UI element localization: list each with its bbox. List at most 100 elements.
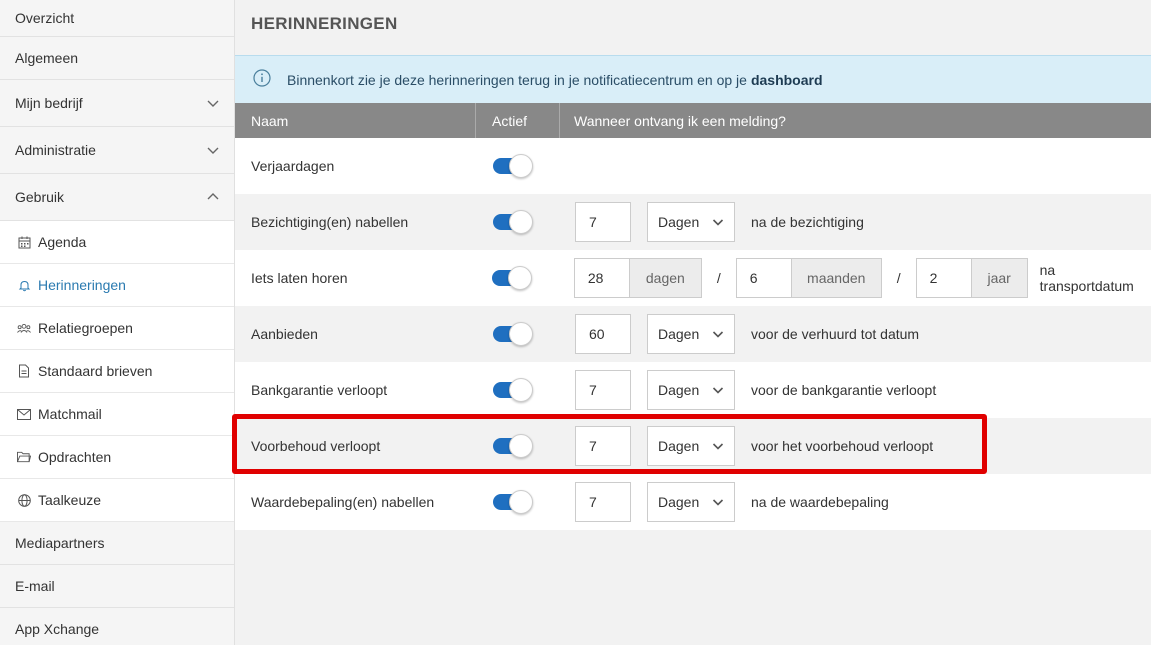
reminder-name: Bezichtiging(en) nabellen xyxy=(251,214,409,230)
chevron-down-icon xyxy=(207,100,219,107)
months-unit: maanden xyxy=(791,259,881,297)
sidebar-item-mediapartners[interactable]: Mediapartners xyxy=(0,522,234,565)
reminder-suffix: voor de bankgarantie verloopt xyxy=(751,382,937,398)
days-input-group: 28 dagen xyxy=(573,258,702,298)
active-toggle[interactable] xyxy=(493,210,533,234)
amount-input[interactable]: 7 xyxy=(575,426,631,466)
info-text: Binnenkort zie je deze herinneringen ter… xyxy=(287,71,747,88)
amount-input[interactable]: 60 xyxy=(575,314,631,354)
column-header-melding: Wanneer ontvang ik een melding? xyxy=(574,112,786,129)
unit-select[interactable]: Dagen xyxy=(647,314,735,354)
sidebar-item-label: Algemeen xyxy=(15,50,79,66)
sidebar-item-label: Matchmail xyxy=(38,406,102,422)
calendar-icon xyxy=(17,235,31,249)
chevron-up-icon xyxy=(207,193,219,200)
table-row: Voorbehoud verloopt 7 Dagen voor het voo… xyxy=(235,418,1151,474)
sidebar-item-label: Gebruik xyxy=(15,189,65,205)
chevron-down-icon xyxy=(207,147,219,154)
chevron-down-icon xyxy=(712,387,724,394)
reminder-suffix: voor het voorbehoud verloopt xyxy=(751,438,934,454)
amount-input[interactable]: 7 xyxy=(575,370,631,410)
toggle-knob xyxy=(509,378,533,402)
reminder-name: Aanbieden xyxy=(251,326,318,342)
table-row: Bezichtiging(en) nabellen 7 Dagen na de … xyxy=(235,194,1151,250)
sidebar-item-herinneringen[interactable]: Herinneringen xyxy=(0,264,234,307)
sidebar-item-label: Mediapartners xyxy=(15,535,105,551)
separator: / xyxy=(716,270,721,286)
unit-select-value: Dagen xyxy=(658,438,700,454)
sidebar-item-algemeen[interactable]: Algemeen xyxy=(0,37,234,80)
globe-icon xyxy=(17,493,31,507)
reminder-suffix: voor de verhuurd tot datum xyxy=(751,326,920,342)
sidebar-item-label: Herinneringen xyxy=(38,277,126,293)
sidebar-item-opdrachten[interactable]: Opdrachten xyxy=(0,436,234,479)
sidebar-item-agenda[interactable]: Agenda xyxy=(0,221,234,264)
days-unit: dagen xyxy=(629,259,701,297)
toggle-knob xyxy=(509,154,533,178)
info-icon xyxy=(253,69,271,90)
sidebar-item-gebruik[interactable]: Gebruik xyxy=(0,174,234,221)
sidebar-item-taalkeuze[interactable]: Taalkeuze xyxy=(0,479,234,522)
chevron-down-icon xyxy=(712,219,724,226)
sidebar-item-app-xchange[interactable]: App Xchange xyxy=(0,608,234,645)
chevron-down-icon xyxy=(712,443,724,450)
info-banner: Binnenkort zie je deze herinneringen ter… xyxy=(235,55,1151,103)
active-toggle[interactable] xyxy=(493,154,533,178)
sidebar-item-label: Overzicht xyxy=(15,10,75,26)
months-input[interactable]: 6 xyxy=(737,259,792,297)
unit-select[interactable]: Dagen xyxy=(647,202,735,242)
column-header-actief: Actief xyxy=(476,103,560,138)
sidebar-item-label: App Xchange xyxy=(15,621,100,637)
unit-select-value: Dagen xyxy=(658,494,700,510)
unit-select-value: Dagen xyxy=(658,382,700,398)
reminder-name: Waardebepaling(en) nabellen xyxy=(251,494,435,510)
days-input[interactable]: 28 xyxy=(575,259,630,297)
unit-select[interactable]: Dagen xyxy=(647,426,735,466)
dashboard-link[interactable]: dashboard xyxy=(751,72,823,88)
sidebar-item-relatiegroepen[interactable]: Relatiegroepen xyxy=(0,307,234,350)
table-row: Aanbieden 60 Dagen voor de verhuurd tot … xyxy=(235,306,1151,362)
sidebar-item-overzicht[interactable]: Overzicht xyxy=(0,0,234,37)
table-row: Iets laten horen 28 dagen / 6 maanden / … xyxy=(235,250,1151,306)
active-toggle[interactable] xyxy=(493,378,533,402)
chevron-down-icon xyxy=(712,499,724,506)
table-row: Verjaardagen xyxy=(235,138,1151,194)
reminder-name: Verjaardagen xyxy=(251,158,335,174)
envelope-icon xyxy=(17,407,31,421)
active-toggle[interactable] xyxy=(493,434,533,458)
active-toggle[interactable] xyxy=(493,322,533,346)
reminder-name: Voorbehoud verloopt xyxy=(251,438,381,454)
sidebar-item-matchmail[interactable]: Matchmail xyxy=(0,393,234,436)
unit-select[interactable]: Dagen xyxy=(647,370,735,410)
sidebar-item-label: Standaard brieven xyxy=(38,363,153,379)
sidebar-item-e-mail[interactable]: E-mail xyxy=(0,565,234,608)
sidebar-item-label: Mijn bedrijf xyxy=(15,95,83,111)
table-header: Naam Actief Wanneer ontvang ik een meldi… xyxy=(235,103,1151,138)
reminder-suffix: na de bezichtiging xyxy=(751,214,864,230)
amount-input[interactable]: 7 xyxy=(575,202,631,242)
amount-input[interactable]: 7 xyxy=(575,482,631,522)
sidebar-item-mijn-bedrijf[interactable]: Mijn bedrijf xyxy=(0,80,234,127)
toggle-knob xyxy=(509,490,533,514)
table-row: Waardebepaling(en) nabellen 7 Dagen na d… xyxy=(235,474,1151,530)
active-toggle[interactable] xyxy=(493,490,533,514)
reminder-suffix: na de waardebepaling xyxy=(751,494,889,510)
sidebar-item-label: Taalkeuze xyxy=(38,492,102,508)
toggle-knob xyxy=(509,322,533,346)
reminder-suffix: na transportdatum xyxy=(1039,262,1134,294)
toggle-knob xyxy=(509,434,533,458)
sidebar-item-label: E-mail xyxy=(15,578,55,594)
separator: / xyxy=(896,270,901,286)
unit-select[interactable]: Dagen xyxy=(647,482,735,522)
active-toggle[interactable] xyxy=(492,266,533,290)
years-input-group: 2 jaar xyxy=(915,258,1028,298)
main-content: HERINNERINGEN Binnenkort zie je deze her… xyxy=(235,0,1151,645)
sidebar-item-label: Opdrachten xyxy=(38,449,112,465)
years-input[interactable]: 2 xyxy=(917,259,972,297)
toggle-knob xyxy=(508,266,533,290)
sidebar-item-administratie[interactable]: Administratie xyxy=(0,127,234,174)
sidebar-item-standaard-brieven[interactable]: Standaard brieven xyxy=(0,350,234,393)
column-header-naam: Naam xyxy=(235,103,476,138)
sidebar-item-label: Agenda xyxy=(38,234,87,250)
sidebar-item-label: Relatiegroepen xyxy=(38,320,133,336)
